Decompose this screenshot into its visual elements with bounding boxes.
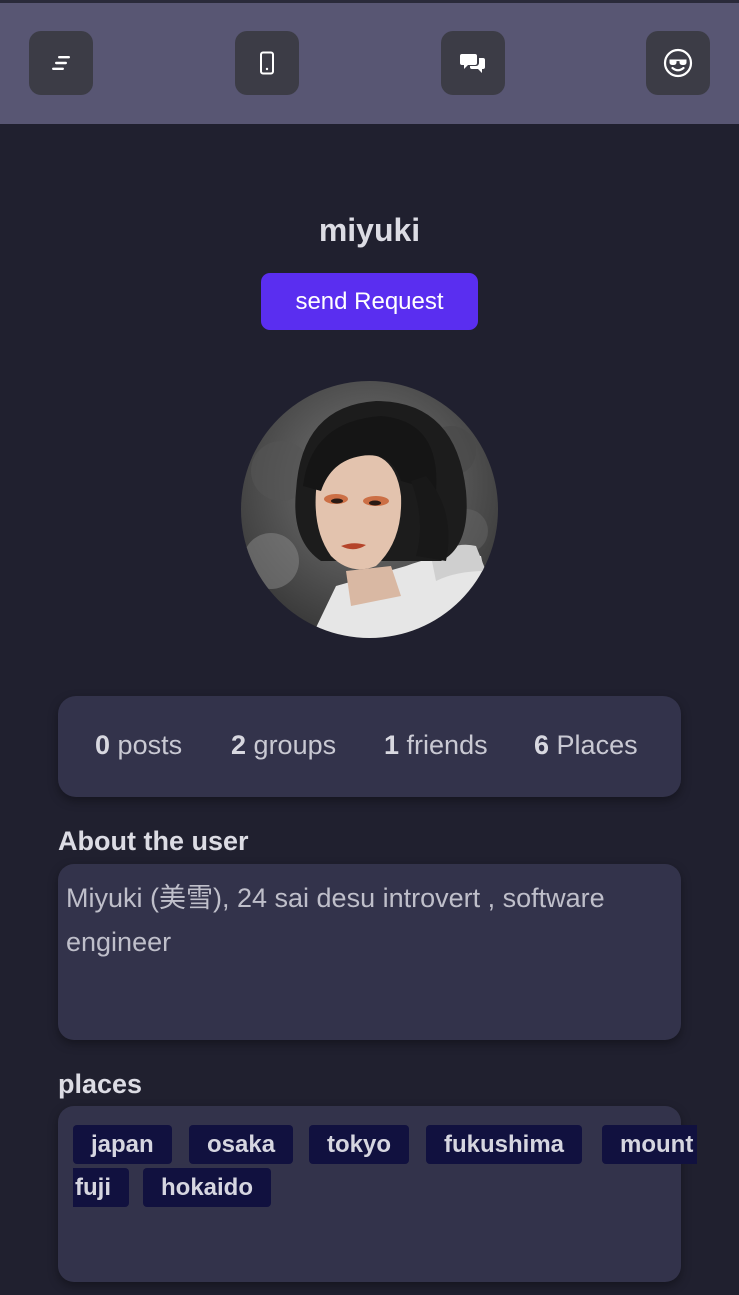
about-heading: About the user <box>58 826 249 856</box>
stats-card: 0 posts 2 groups 1 friends 6 Places <box>58 696 681 797</box>
stat-places[interactable]: 6 Places <box>534 730 638 761</box>
place-tag[interactable]: tokyo <box>309 1125 410 1164</box>
stat-posts-count: 0 <box>95 730 111 760</box>
smile-sunglasses-icon <box>663 48 693 78</box>
places-card: japan osaka tokyo fukushima mount fuji h… <box>58 1106 697 1282</box>
stat-friends[interactable]: 1 friends <box>384 730 488 761</box>
stat-places-count: 6 <box>534 730 550 760</box>
stat-groups-label: groups <box>253 730 337 760</box>
chat-button[interactable] <box>441 31 505 95</box>
send-request-button[interactable]: send Request <box>261 273 478 330</box>
place-tag[interactable]: fukushima <box>426 1125 583 1164</box>
place-tag[interactable]: mount <box>602 1125 697 1164</box>
profile-button[interactable] <box>646 31 710 95</box>
about-text: Miyuki (美雪), 24 sai desu introvert , sof… <box>58 864 681 1040</box>
stat-friends-count: 1 <box>384 730 400 760</box>
places-heading: places <box>58 1069 143 1099</box>
phone-button[interactable] <box>235 31 299 95</box>
phone-icon <box>260 51 274 75</box>
stat-groups-count: 2 <box>231 730 247 760</box>
stat-posts-label: posts <box>117 730 183 760</box>
stat-posts[interactable]: 0 posts <box>95 730 182 761</box>
top-nav-bar <box>0 0 739 124</box>
stat-places-label: Places <box>556 730 638 760</box>
place-tag[interactable]: japan <box>73 1125 172 1164</box>
stat-friends-label: friends <box>406 730 488 760</box>
avatar <box>241 381 498 638</box>
stat-groups[interactable]: 2 groups <box>231 730 336 761</box>
chat-bubbles-icon <box>460 54 485 73</box>
menu-icon <box>52 56 70 70</box>
username: miyuki <box>318 212 421 248</box>
user-avatar-photo <box>241 381 498 638</box>
place-tag[interactable]: hokaido <box>143 1168 272 1207</box>
menu-button[interactable] <box>29 31 93 95</box>
place-tag[interactable]: fuji <box>73 1168 129 1207</box>
place-tag[interactable]: osaka <box>189 1125 294 1164</box>
